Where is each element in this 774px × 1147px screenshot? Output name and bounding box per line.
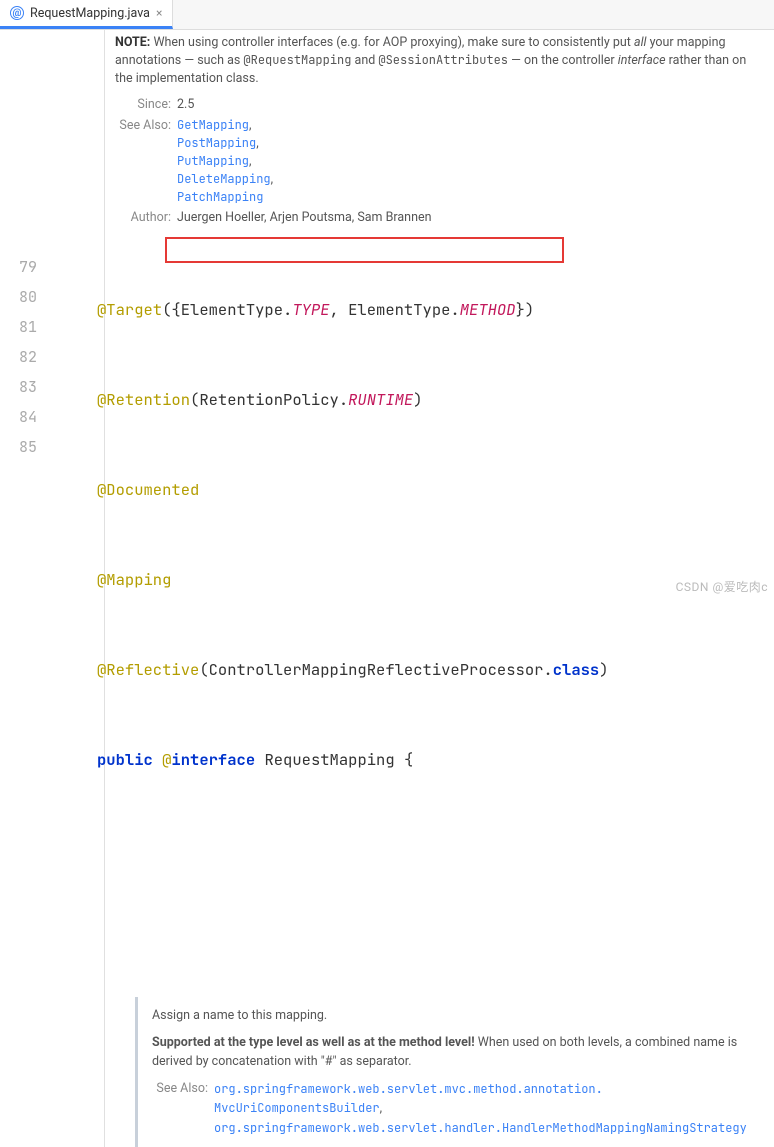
javadoc-seealso-row: See Also: GetMapping, PostMapping, PutMa… bbox=[115, 117, 764, 208]
code-block[interactable]: @Target({ElementType.TYPE, ElementType.M… bbox=[65, 235, 774, 985]
line-number: 79 bbox=[0, 252, 37, 282]
javadoc-link[interactable]: GetMapping bbox=[177, 117, 249, 133]
javadoc-rendered: NOTE: When using controller interfaces (… bbox=[65, 30, 774, 235]
author-value: Juergen Hoeller, Arjen Poutsma, Sam Bran… bbox=[177, 209, 764, 227]
since-label: Since: bbox=[115, 96, 177, 114]
code-line-83: @Reflective(ControllerMappingReflectiveP… bbox=[97, 655, 774, 685]
note-em: interface bbox=[618, 53, 666, 68]
line-number: 83 bbox=[0, 372, 37, 402]
seealso-label: See Also: bbox=[115, 117, 177, 208]
annotation-icon: @ bbox=[10, 6, 24, 20]
author-label: Author: bbox=[115, 209, 177, 227]
since-value: 2.5 bbox=[177, 96, 764, 114]
doc2-see-list: org.springframework.web.servlet.mvc.meth… bbox=[214, 1080, 747, 1139]
javadoc-link[interactable]: PutMapping bbox=[177, 153, 249, 169]
note-text: When using controller interfaces (e.g. f… bbox=[150, 35, 634, 50]
javadoc-tags: Since: 2.5 See Also: GetMapping, PostMap… bbox=[115, 96, 764, 227]
doc2-p2-wrap: Supported at the type level as well as a… bbox=[152, 1034, 752, 1072]
javadoc-since-row: Since: 2.5 bbox=[115, 96, 764, 114]
line-gutter: 79 80 81 82 83 84 85 bbox=[0, 30, 55, 1147]
code-line-82: @Mapping bbox=[97, 565, 774, 595]
note-text: — on the controller bbox=[508, 53, 618, 68]
javadoc-link[interactable]: DeleteMapping bbox=[177, 171, 271, 187]
close-icon[interactable]: × bbox=[156, 6, 162, 20]
javadoc-link[interactable]: org.springframework.web.servlet.handler.… bbox=[214, 1120, 747, 1136]
code-line-79: @Target({ElementType.TYPE, ElementType.M… bbox=[97, 295, 774, 325]
code-line-85 bbox=[97, 835, 774, 865]
highlight-box bbox=[165, 237, 564, 263]
note-text: and bbox=[351, 53, 378, 68]
javadoc-method: Assign a name to this mapping. Supported… bbox=[135, 997, 764, 1147]
code-line-84: public @interface RequestMapping { bbox=[97, 745, 774, 775]
code-line-81: @Documented bbox=[97, 475, 774, 505]
tab-bar: @ RequestMapping.java × bbox=[0, 0, 774, 30]
javadoc-link[interactable]: PostMapping bbox=[177, 135, 256, 151]
watermark: CSDN @爱吃肉c bbox=[676, 578, 768, 595]
doc2-seealso-row: See Also: org.springframework.web.servle… bbox=[152, 1080, 752, 1139]
seealso-list: GetMapping, PostMapping, PutMapping, Del… bbox=[177, 117, 764, 208]
line-number: 81 bbox=[0, 312, 37, 342]
javadoc-author-row: Author: Juergen Hoeller, Arjen Poutsma, … bbox=[115, 209, 764, 227]
javadoc-link[interactable]: PatchMapping bbox=[177, 189, 263, 205]
code-ref: @RequestMapping bbox=[243, 52, 351, 68]
doc2-strong: Supported at the type level as well as a… bbox=[152, 1035, 475, 1050]
code-ref: @SessionAttributes bbox=[378, 52, 508, 68]
editor-tab[interactable]: @ RequestMapping.java × bbox=[0, 0, 173, 29]
doc2-see-label: See Also: bbox=[152, 1080, 214, 1139]
javadoc-note: NOTE: When using controller interfaces (… bbox=[115, 34, 764, 88]
javadoc-link[interactable]: org.springframework.web.servlet.mvc.meth… bbox=[214, 1081, 603, 1117]
note-em: all bbox=[634, 35, 647, 50]
note-label: NOTE: bbox=[115, 35, 150, 50]
editor-content: NOTE: When using controller interfaces (… bbox=[55, 30, 774, 1147]
line-number: 85 bbox=[0, 432, 37, 462]
line-number: 80 bbox=[0, 282, 37, 312]
code-line-80: @Retention(RetentionPolicy.RUNTIME) bbox=[97, 385, 774, 415]
line-number: 84 bbox=[0, 402, 37, 432]
line-number: 82 bbox=[0, 342, 37, 372]
tab-filename: RequestMapping.java bbox=[30, 6, 150, 21]
doc2-p1: Assign a name to this mapping. bbox=[152, 1007, 752, 1026]
editor-main: 79 80 81 82 83 84 85 NOTE: When using co… bbox=[0, 30, 774, 1147]
